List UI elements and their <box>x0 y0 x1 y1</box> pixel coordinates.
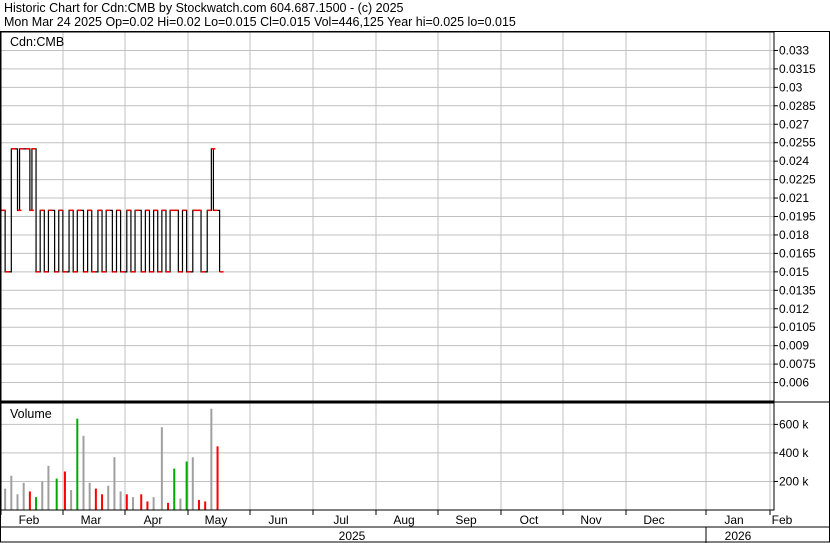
volume-bar <box>119 491 122 510</box>
volume-bar <box>41 481 44 510</box>
price-tick-label: 0.0105 <box>779 320 816 334</box>
month-label: Jun <box>268 513 287 527</box>
volume-bar <box>197 500 200 510</box>
price-tick-label: 0.018 <box>779 228 809 242</box>
volume-bar <box>4 488 7 510</box>
price-tick-label: 0.006 <box>779 376 809 390</box>
volume-bar <box>125 494 128 510</box>
price-tick-label: 0.0315 <box>779 62 816 76</box>
volume-gridlines <box>0 403 774 510</box>
volume-bar <box>185 461 188 510</box>
month-label: May <box>205 513 228 527</box>
month-label: Mar <box>81 513 102 527</box>
volume-bar <box>210 408 213 510</box>
volume-bar <box>76 418 79 510</box>
volume-bar <box>179 498 182 510</box>
volume-panel-frame <box>0 402 775 511</box>
month-label: Apr <box>144 513 163 527</box>
price-tick-label: 0.0135 <box>779 283 816 297</box>
volume-bar <box>113 457 116 510</box>
month-label: Dec <box>643 513 664 527</box>
volume-bar <box>35 497 38 510</box>
month-label: Oct <box>520 513 539 527</box>
volume-bar <box>173 468 176 510</box>
volume-bar <box>28 491 31 510</box>
month-label: Nov <box>580 513 601 527</box>
volume-tick-label: 600 k <box>779 417 809 431</box>
volume-bar <box>55 478 58 510</box>
volume-bar <box>82 435 85 510</box>
price-tick-label: 0.0165 <box>779 246 816 260</box>
volume-bar <box>152 497 155 510</box>
volume-bar <box>47 465 50 510</box>
volume-tick-label: 400 k <box>779 446 809 460</box>
price-tick-label: 0.0255 <box>779 136 816 150</box>
price-tick-label: 0.009 <box>779 339 809 353</box>
price-tick-label: 0.0075 <box>779 357 816 371</box>
price-tick-label: 0.033 <box>779 43 809 57</box>
volume-bar <box>63 471 66 510</box>
volume-panel-title: Volume <box>10 407 52 421</box>
price-panel-title: Cdn:CMB <box>10 35 64 49</box>
year-label: 2025 <box>339 529 366 543</box>
volume-bar <box>216 446 219 510</box>
month-label: Aug <box>393 513 414 527</box>
volume-bar <box>191 457 194 510</box>
volume-bar <box>16 494 19 510</box>
volume-y-axis-ticks: 600 k 400 k 200 k <box>774 417 809 488</box>
year-label: 2026 <box>725 529 752 543</box>
price-y-axis-ticks: 0.033 0.0315 0.03 0.0285 0.027 0.0255 0.024 0.0… <box>774 43 816 390</box>
price-tick-label: 0.0225 <box>779 173 816 187</box>
price-tick-label: 0.027 <box>779 117 809 131</box>
price-tick-label: 0.03 <box>779 80 803 94</box>
price-tick-label: 0.024 <box>779 154 809 168</box>
volume-bar <box>70 490 73 510</box>
price-tick-label: 0.012 <box>779 302 809 316</box>
volume-bar <box>167 502 170 510</box>
volume-bar <box>22 482 25 510</box>
volume-bar <box>131 497 134 510</box>
month-label: Sep <box>455 513 477 527</box>
volume-bar <box>88 482 91 510</box>
volume-bar <box>146 501 149 510</box>
month-label: Feb <box>772 513 793 527</box>
volume-tick-label: 200 k <box>779 474 809 488</box>
month-label: Jan <box>724 513 743 527</box>
price-tick-label: 0.021 <box>779 191 809 205</box>
volume-bar <box>10 475 13 510</box>
stock-chart: 0.033 0.0315 0.03 0.0285 0.027 0.0255 0.024 0.0… <box>0 31 830 543</box>
price-tick-label: 0.0195 <box>779 210 816 224</box>
price-tick-label: 0.015 <box>779 265 809 279</box>
volume-bar <box>160 427 163 510</box>
volume-bar <box>101 494 104 510</box>
volume-bar <box>107 485 110 510</box>
price-tick-label: 0.0285 <box>779 99 816 113</box>
volume-bar <box>204 501 207 510</box>
month-label: Feb <box>19 513 40 527</box>
volume-bar <box>140 494 143 510</box>
month-label: Jul <box>333 513 348 527</box>
volume-bar <box>94 488 97 510</box>
